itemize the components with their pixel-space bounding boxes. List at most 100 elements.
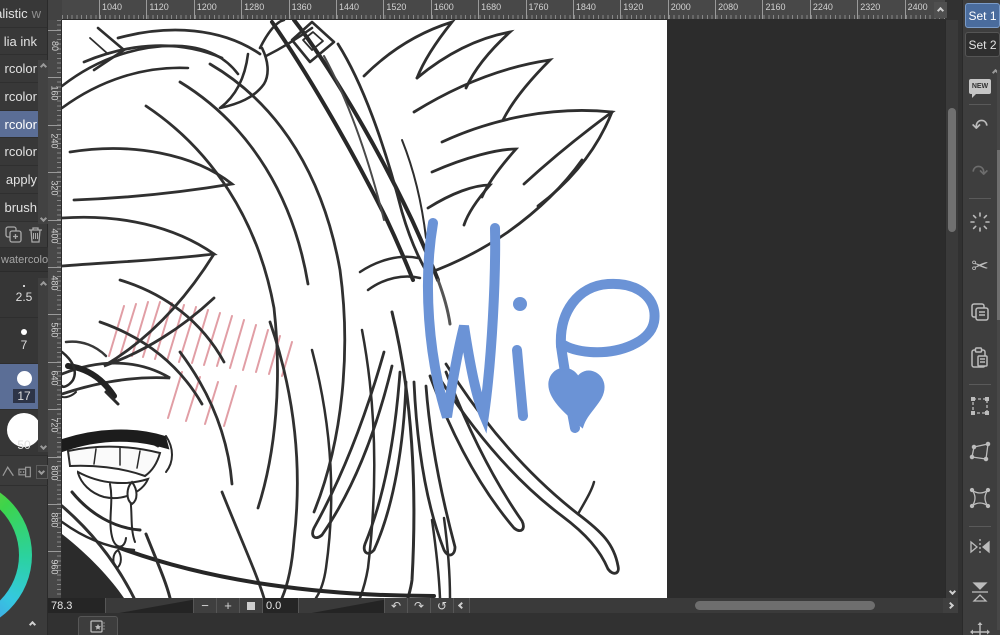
ruler-label: 240: [48, 124, 61, 172]
brush-size-dot: [21, 329, 27, 335]
artwork-lineart: [62, 20, 660, 598]
brush-label: rcolor: [4, 61, 37, 77]
ruler-label: 1680: [478, 0, 525, 19]
brush-label: rcolor: [4, 116, 37, 132]
copy-icon[interactable]: [966, 298, 994, 326]
ruler-label: 800: [48, 456, 61, 504]
brush-label: brush: [4, 199, 37, 215]
ruler-label: 880: [48, 503, 61, 551]
scroll-down-button[interactable]: [946, 584, 959, 598]
undo-icon[interactable]: ↶: [966, 112, 994, 140]
brush-panel: alistic w lia ink rcolor rcolor rcolor r…: [0, 0, 48, 635]
transform-icon[interactable]: [966, 392, 994, 420]
ruler-label: 1920: [620, 0, 667, 19]
hair-strands: [62, 28, 347, 598]
dropdown-chevron[interactable]: [35, 464, 48, 479]
flip-horizontal-icon[interactable]: [966, 533, 994, 561]
canvas-viewport[interactable]: [62, 20, 945, 598]
ruler-label: 1200: [193, 0, 241, 19]
rotation-slider[interactable]: [299, 598, 385, 613]
brush-label: lia ink: [3, 33, 37, 49]
scroll-up-icon[interactable]: [38, 278, 48, 290]
zoom-out-button[interactable]: −: [194, 598, 217, 613]
set-tab-button[interactable]: Set 2: [965, 32, 1000, 57]
vertical-scrollbar-thumb[interactable]: [948, 108, 956, 232]
ruler-label: 2160: [762, 0, 809, 19]
body-lines: [118, 255, 436, 598]
right-toolbar: Set 1 Set 2 NEW ↶ ↷ ✂: [962, 0, 1000, 635]
window-icon: [90, 619, 105, 633]
trash-icon[interactable]: [28, 226, 43, 243]
ruler-label: 320: [48, 172, 61, 219]
ruler-label: 1600: [430, 0, 478, 19]
vertical-scrollbar[interactable]: [945, 20, 958, 598]
rotate-reset-button[interactable]: ↺: [431, 598, 454, 613]
scroll-down-icon[interactable]: [38, 440, 48, 452]
rotate-ccw-button[interactable]: ↶: [385, 598, 408, 613]
scissors-icon[interactable]: ✂: [966, 252, 994, 280]
new-canvas-icon[interactable]: NEW: [966, 72, 994, 100]
brush-size-dot: [23, 285, 25, 287]
ruler-label: 2080: [715, 0, 762, 19]
brush-list-item[interactable]: alistic w: [0, 0, 47, 28]
tongue: [77, 470, 150, 499]
size-list-scrollbar[interactable]: [38, 278, 48, 452]
fit-icon: [247, 601, 255, 610]
mesh-warp-icon[interactable]: [966, 484, 994, 512]
vertical-ruler: 801602403204004805606407208008809601040: [48, 20, 62, 598]
ruler-label: 640: [48, 361, 61, 409]
stamp-icon[interactable]: [18, 466, 32, 478]
heart-doodle: [548, 367, 605, 429]
brush-size-value: 17: [13, 388, 35, 403]
horizontal-scrollbar-thumb[interactable]: [695, 601, 875, 610]
ruler-label: 1760: [525, 0, 573, 19]
ruler-label: 480: [48, 266, 61, 314]
divider: [969, 198, 991, 199]
scroll-up-icon[interactable]: [38, 60, 48, 72]
color-wheel-center: [0, 491, 19, 619]
collapse-left-button[interactable]: [454, 598, 470, 613]
set-tab-button[interactable]: Set 1: [965, 3, 1000, 28]
divider: [969, 104, 991, 105]
brush-actions: [0, 222, 48, 248]
brush-section-header: watercolo: [0, 248, 48, 272]
status-bar: 78.3 − + 0.0 ↶ ↷ ↺: [48, 598, 958, 613]
brush-label-suffix: w: [31, 5, 41, 21]
redo-icon[interactable]: ↷: [966, 158, 994, 186]
ruler-label: 2320: [857, 0, 904, 19]
ruler-label: 1440: [335, 0, 383, 19]
fit-view-button[interactable]: [240, 598, 263, 613]
brush-label: rcolor: [4, 88, 37, 104]
expand-panel-chevron[interactable]: [24, 617, 40, 631]
app-window: alistic w lia ink rcolor rcolor rcolor r…: [0, 0, 1000, 635]
move-icon[interactable]: [966, 618, 994, 635]
horizontal-scrollbar[interactable]: [470, 598, 943, 613]
ruler-label: 1280: [241, 0, 288, 19]
brush-list-item[interactable]: lia ink: [0, 27, 47, 56]
section-label: watercolo: [1, 253, 48, 266]
ruler-label: 1520: [383, 0, 430, 19]
duplicate-brush-icon[interactable]: [5, 226, 22, 243]
paste-icon[interactable]: [966, 344, 994, 372]
zoom-value: 78.3: [48, 598, 106, 613]
face-features: [62, 340, 173, 570]
horizontal-ruler: 1040 1120 1200 1280 1360 1440 1520 1600 1680 1760…: [48, 0, 945, 20]
ruler-label: 560: [48, 314, 61, 361]
taskbar-window-button[interactable]: [78, 616, 118, 635]
sparkle-icon[interactable]: [966, 208, 994, 236]
brush-label: apply: [5, 171, 37, 187]
brush-list-scrollbar[interactable]: [38, 60, 48, 224]
color-wheel[interactable]: [0, 478, 32, 632]
brush-size-value: 7: [20, 338, 28, 352]
zoom-slider[interactable]: [106, 598, 194, 613]
triangle-icon[interactable]: [2, 465, 14, 478]
divider: [969, 526, 991, 527]
flip-vertical-icon[interactable]: [966, 578, 994, 606]
distort-icon[interactable]: [966, 438, 994, 466]
brush-size-value: 2.5: [15, 290, 33, 304]
rotate-cw-button[interactable]: ↷: [408, 598, 431, 613]
scroll-right-button[interactable]: [943, 598, 958, 613]
drawing-canvas[interactable]: [62, 20, 667, 598]
scroll-up-button[interactable]: [934, 2, 947, 18]
zoom-in-button[interactable]: +: [217, 598, 240, 613]
